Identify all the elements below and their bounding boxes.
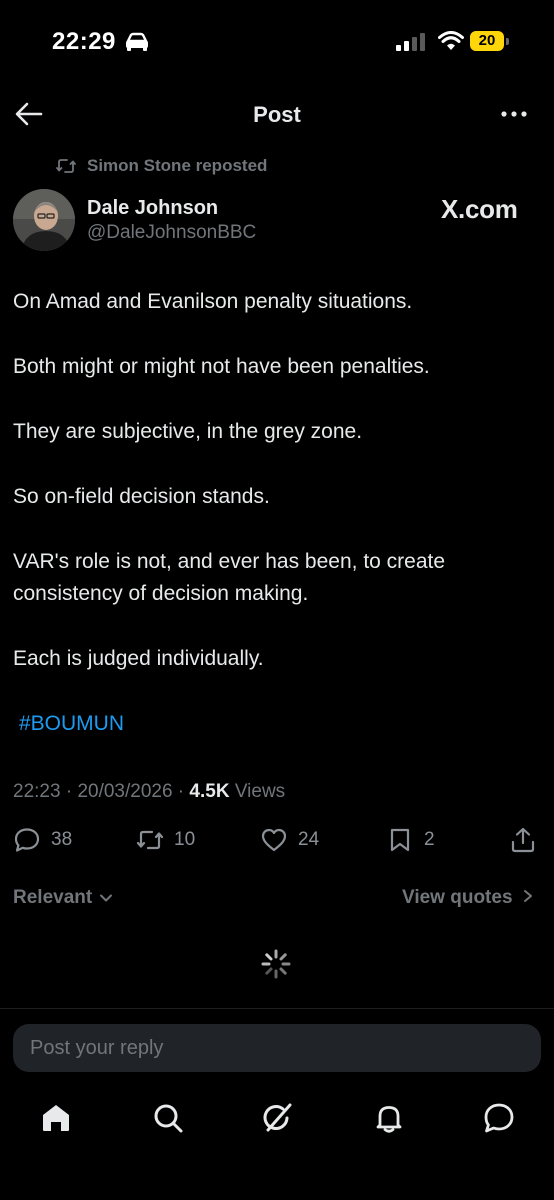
- post-paragraph: Both might or might not have been penalt…: [13, 355, 430, 378]
- replies-sort-dropdown[interactable]: Relevant: [13, 887, 113, 909]
- car-icon: [126, 32, 148, 51]
- share-button[interactable]: [509, 824, 537, 856]
- post-paragraph: On Amad and Evanilson penalty situations…: [13, 290, 413, 313]
- grok-icon[interactable]: [260, 1100, 296, 1136]
- repost-label[interactable]: Simon Stone reposted: [87, 156, 267, 176]
- more-options-icon[interactable]: [496, 104, 532, 124]
- bookmark-count: 2: [424, 829, 435, 850]
- reply-placeholder: Post your reply: [30, 1037, 164, 1059]
- author-handle[interactable]: @DaleJohnsonBBC: [87, 222, 256, 244]
- like-count: 24: [298, 829, 320, 850]
- avatar-photo: [13, 189, 75, 251]
- home-icon[interactable]: [38, 1100, 74, 1136]
- repost-button[interactable]: 10: [136, 824, 195, 856]
- post-time: 22:23: [13, 781, 61, 802]
- post-paragraph: They are subjective, in the grey zone.: [13, 420, 363, 443]
- divider: [0, 1008, 554, 1009]
- x-com-label: X.com: [441, 194, 518, 224]
- bookmark-button[interactable]: 2: [386, 824, 435, 856]
- view-quotes-label: View quotes: [402, 887, 513, 908]
- loading-spinner-icon: [261, 949, 291, 979]
- wifi-icon: [438, 31, 464, 50]
- notifications-icon[interactable]: [371, 1100, 407, 1136]
- post-paragraph: VAR's role is not, and ever has been, to…: [13, 550, 446, 605]
- post-paragraph: So on-field decision stands.: [13, 485, 270, 508]
- battery-indicator: 20: [470, 31, 510, 53]
- messages-icon[interactable]: [481, 1100, 517, 1136]
- view-quotes-link[interactable]: View quotes: [402, 887, 534, 909]
- post-date: 20/03/2026: [77, 781, 173, 802]
- hashtag-link[interactable]: #BOUMUN: [19, 712, 124, 736]
- battery-level: 20: [470, 31, 504, 51]
- repost-icon: [56, 159, 76, 173]
- page-title: Post: [253, 102, 301, 127]
- post-paragraph: Each is judged individually.: [13, 647, 264, 670]
- status-time: 22:29: [52, 28, 116, 55]
- avatar[interactable]: [13, 189, 75, 251]
- sort-label: Relevant: [13, 887, 93, 908]
- views-count: 4.5K: [189, 781, 230, 802]
- search-icon[interactable]: [150, 1100, 186, 1136]
- bookmark-icon: [390, 828, 410, 852]
- repost-icon: [136, 830, 164, 850]
- heart-icon: [261, 828, 287, 852]
- share-icon: [511, 827, 535, 853]
- like-button[interactable]: 24: [260, 824, 319, 856]
- reply-icon: [14, 828, 40, 852]
- post-meta: 22:23 · 20/03/2026 · 4.5K Views: [13, 781, 286, 802]
- views-label: Views: [234, 781, 286, 802]
- chevron-down-icon: [100, 894, 113, 902]
- repost-count: 10: [174, 829, 196, 850]
- author-name[interactable]: Dale Johnson: [87, 197, 218, 220]
- chevron-right-icon: [523, 890, 532, 902]
- post-text: On Amad and Evanilson penalty situations…: [13, 286, 533, 708]
- reply-count: 38: [51, 829, 73, 850]
- signal-icon: [396, 33, 425, 51]
- reply-button[interactable]: 38: [13, 824, 72, 856]
